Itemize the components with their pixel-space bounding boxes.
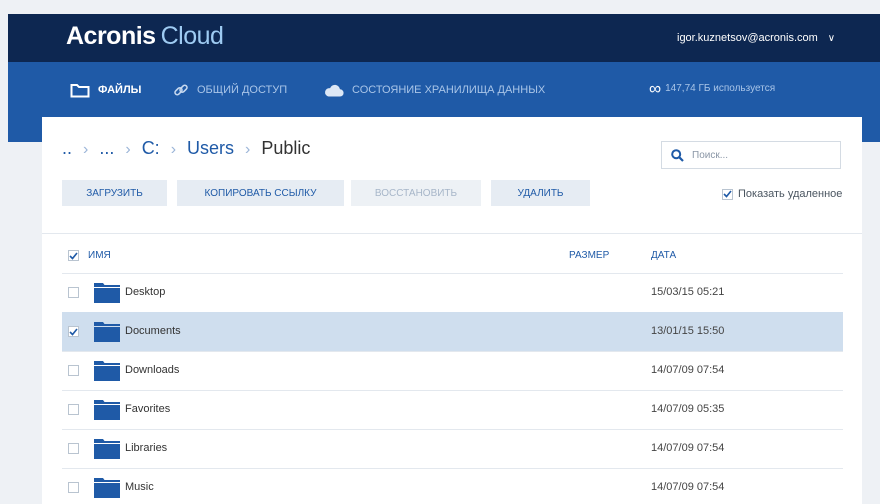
checkmark-icon (69, 251, 78, 260)
upload-button[interactable]: ЗАГРУЗИТЬ (62, 180, 167, 206)
row-checkbox[interactable] (68, 404, 79, 415)
file-date: 14/07/09 05:35 (651, 403, 725, 415)
table-row[interactable]: Favorites 14/07/09 05:35 (62, 390, 843, 429)
file-date: 14/07/09 07:54 (651, 442, 725, 454)
row-checkbox[interactable] (68, 287, 79, 298)
usage-text: 147,74 ГБ используется (665, 83, 776, 94)
app-logo: Acronis Cloud (66, 22, 224, 51)
breadcrumb-item-users[interactable]: Users (187, 138, 234, 159)
file-name: Favorites (125, 403, 171, 415)
folder-icon (94, 400, 120, 420)
tab-sharing[interactable]: ОБЩИЙ ДОСТУП (173, 81, 287, 99)
breadcrumb: .. › ... › C: › Users › Public (62, 138, 310, 159)
infinity-icon: ∞ (649, 78, 662, 98)
tab-storage-status-label: СОСТОЯНИЕ ХРАНИЛИЩА ДАННЫХ (352, 84, 546, 96)
search-box[interactable] (661, 141, 841, 169)
file-date: 15/03/15 05:21 (651, 286, 725, 298)
file-date: 14/07/09 07:54 (651, 364, 725, 376)
file-name: Desktop (125, 286, 166, 298)
tab-files[interactable]: ФАЙЛЫ (70, 81, 141, 99)
tab-files-label: ФАЙЛЫ (98, 84, 142, 96)
chevron-right-icon: › (125, 141, 131, 158)
folder-icon (94, 478, 120, 498)
show-deleted-toggle[interactable]: Показать удаленное (722, 188, 842, 200)
row-checkbox[interactable] (68, 482, 79, 493)
table-row[interactable]: Downloads 14/07/09 07:54 (62, 351, 843, 390)
divider (42, 233, 862, 234)
breadcrumb-item-root[interactable]: .. (62, 138, 72, 159)
file-name: Documents (125, 325, 181, 337)
link-icon (174, 84, 188, 96)
logo-product: Cloud (160, 22, 224, 50)
cloud-icon (325, 84, 344, 96)
row-checkbox[interactable] (68, 443, 79, 454)
table-row[interactable]: Desktop 15/03/15 05:21 (62, 273, 843, 312)
file-name: Libraries (125, 442, 168, 454)
chevron-right-icon: › (170, 141, 177, 158)
breadcrumb-item-ellipsis[interactable]: ... (99, 138, 114, 159)
search-icon (671, 148, 684, 162)
chevron-down-icon: ∨ (827, 33, 836, 44)
user-menu[interactable]: igor.kuznetsov@acronis.com ∨ (677, 32, 835, 44)
search-input[interactable] (690, 148, 834, 162)
checkmark-icon (69, 327, 78, 336)
folder-icon (94, 361, 120, 381)
folder-icon (94, 322, 120, 342)
file-date: 13/01/15 15:50 (651, 325, 725, 337)
show-deleted-label: Показать удаленное (738, 188, 843, 200)
folder-icon (94, 283, 120, 303)
row-checkbox[interactable] (68, 365, 79, 376)
tab-sharing-label: ОБЩИЙ ДОСТУП (197, 84, 288, 96)
copy-link-button[interactable]: КОПИРОВАТЬ ССЫЛКУ (177, 180, 344, 206)
table-row[interactable]: Documents 13/01/15 15:50 (62, 312, 843, 351)
table-row[interactable]: Libraries 14/07/09 07:54 (62, 429, 843, 468)
select-all-checkbox[interactable] (68, 250, 79, 261)
user-email: igor.kuznetsov@acronis.com (677, 32, 818, 44)
column-header-size[interactable]: РАЗМЕР (569, 250, 609, 261)
chevron-right-icon: › (83, 141, 89, 158)
file-name: Downloads (125, 364, 180, 376)
folder-icon (94, 439, 120, 459)
delete-button[interactable]: УДАЛИТЬ (491, 180, 590, 206)
storage-usage: ∞ 147,74 ГБ используется (649, 78, 776, 98)
breadcrumb-item-c-drive[interactable]: C: (142, 138, 160, 159)
column-header-name[interactable]: ИМЯ (88, 250, 111, 261)
breadcrumb-current: Public (261, 138, 311, 158)
row-checkbox[interactable] (68, 326, 79, 337)
checkmark-icon (723, 190, 732, 198)
chevron-right-icon: › (245, 141, 251, 158)
restore-button[interactable]: ВОССТАНОВИТЬ (351, 180, 481, 206)
column-header-date[interactable]: ДАТА (651, 250, 676, 261)
show-deleted-checkbox[interactable] (722, 188, 733, 200)
file-date: 14/07/09 07:54 (651, 481, 725, 493)
folder-icon (70, 83, 90, 97)
tab-storage-status[interactable]: СОСТОЯНИЕ ХРАНИЛИЩА ДАННЫХ (324, 81, 545, 99)
logo-brand: Acronis (66, 22, 156, 50)
file-name: Music (125, 481, 154, 493)
table-row[interactable]: Music 14/07/09 07:54 (62, 468, 843, 504)
